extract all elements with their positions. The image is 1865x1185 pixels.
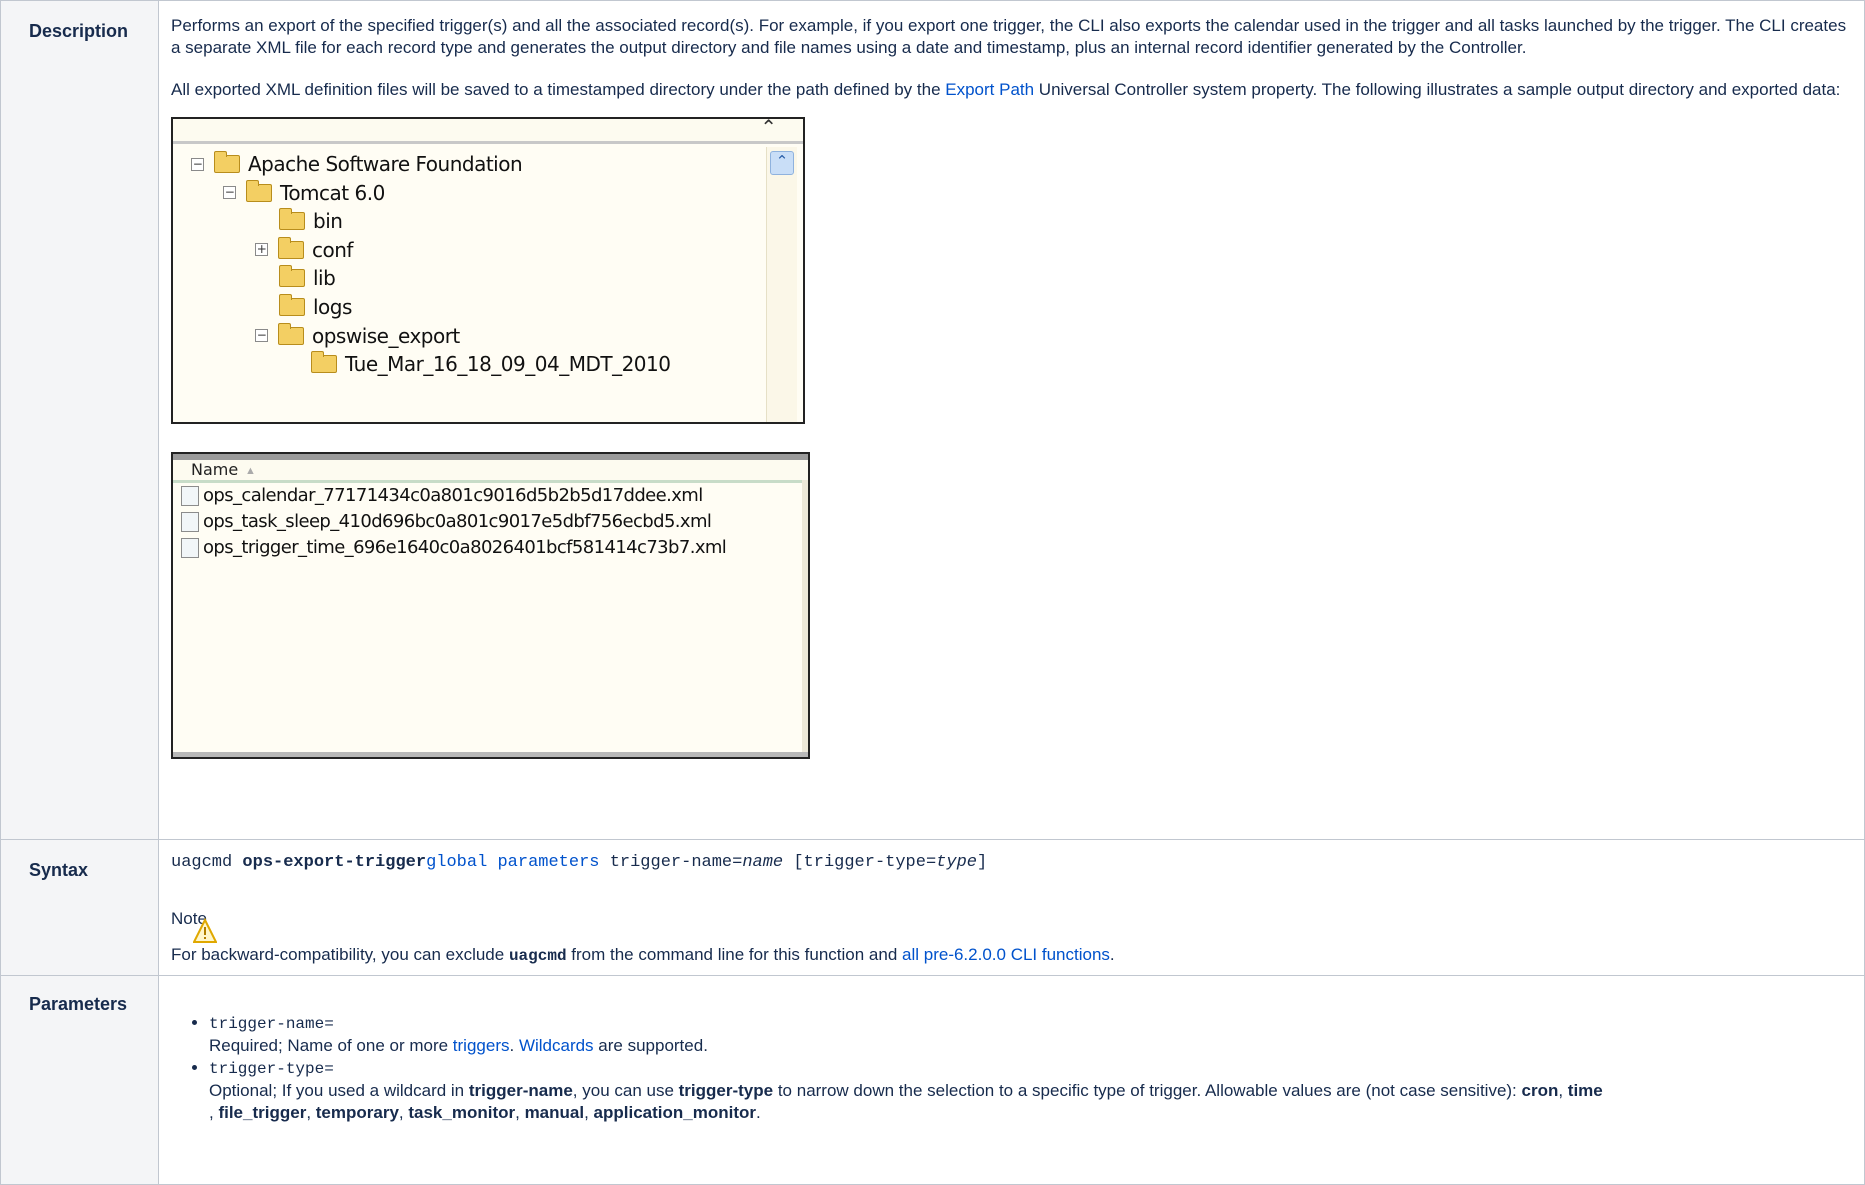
tree-node-label: lib [313, 266, 336, 291]
tree-node[interactable]: − Tomcat 6.0 [223, 178, 385, 208]
folder-icon [279, 294, 305, 316]
tree-node[interactable]: lib [279, 263, 336, 293]
tree-node-label: conf [312, 237, 353, 262]
note-box: Note For backward-compatibility, you can… [171, 908, 1852, 967]
syntax-cell: uagcmd ops-export-triggerglobal paramete… [158, 839, 1865, 976]
collapse-icon[interactable]: − [223, 186, 236, 200]
note-text: For backward-compatibility, you can excl… [171, 945, 1115, 965]
description-row: Description Performs an export of the sp… [0, 0, 1865, 840]
tree-node-label: bin [313, 209, 343, 234]
directory-tree-screenshot: ⌃ ⌃ − Apache Software Foundation − Tomcat 6… [171, 117, 805, 424]
exported-files-screenshot: Name ▲ ops_calendar_77171434c0a801c9016d… [171, 452, 810, 759]
param-trigger-type: trigger-type= Optional; If you used a wi… [209, 1057, 1852, 1124]
tree-node-label: Tue_Mar_16_18_09_04_MDT_2010 [345, 352, 671, 377]
export-path-link[interactable]: Export Path [945, 80, 1034, 99]
scroll-up-icon[interactable]: ⌃ [770, 151, 794, 175]
tree-node[interactable]: − opswise_export [255, 321, 460, 351]
file-name: ops_calendar_77171434c0a801c9016d5b2b5d1… [203, 485, 703, 506]
param-trigger-name: trigger-name= Required; Name of one or m… [209, 1012, 1852, 1057]
tree-node[interactable]: bin [279, 206, 343, 236]
folder-icon [279, 208, 305, 231]
xml-file-icon [181, 512, 199, 532]
tree-node[interactable]: + conf [255, 235, 353, 265]
tree-scrollbar[interactable]: ⌃ [766, 147, 797, 422]
description-cell: Performs an export of the specified trig… [158, 0, 1865, 840]
note-title: Note [171, 909, 207, 928]
collapse-icon[interactable]: − [191, 157, 204, 171]
warning-icon [193, 918, 217, 943]
tree-node-label: logs [313, 295, 352, 319]
parameter-list: trigger-name= Required; Name of one or m… [171, 1012, 1852, 1124]
file-list-item[interactable]: ops_task_sleep_410d696bc0a801c9017e5dbf7… [181, 510, 712, 534]
file-list-footer [173, 752, 808, 757]
description-para-1: Performs an export of the specified trig… [171, 16, 1847, 57]
syntax-header: Syntax [0, 839, 159, 976]
parameters-row: Parameters trigger-name= Required; Name … [0, 975, 1865, 1185]
description-header: Description [0, 0, 159, 840]
tree-node[interactable]: Tue_Mar_16_18_09_04_MDT_2010 [311, 349, 671, 379]
tree-node-label: Tomcat 6.0 [280, 180, 385, 205]
tree-top-bar: ⌃ [173, 119, 803, 144]
expand-icon[interactable]: + [255, 243, 268, 257]
file-list-header: Name ▲ [173, 454, 808, 483]
xml-file-icon [181, 486, 199, 506]
file-name: ops_trigger_time_696e1640c0a8026401bcf58… [203, 537, 727, 558]
file-list-item[interactable]: ops_calendar_77171434c0a801c9016d5b2b5d1… [181, 484, 703, 508]
tree-node[interactable]: − Apache Software Foundation [191, 149, 523, 179]
parameters-cell: trigger-name= Required; Name of one or m… [158, 975, 1865, 1185]
description-para-2: All exported XML definition files will b… [171, 80, 1841, 99]
folder-icon [278, 236, 304, 259]
folder-icon [279, 265, 305, 288]
collapse-icon[interactable]: − [255, 329, 268, 343]
wildcards-link[interactable]: Wildcards [519, 1036, 594, 1055]
sort-ascending-icon: ▲ [245, 465, 256, 477]
function-reference-table: Description Performs an export of the sp… [0, 0, 1865, 1185]
triggers-link[interactable]: triggers [453, 1036, 510, 1055]
syntax-command: uagcmd ops-export-triggerglobal paramete… [171, 853, 988, 872]
folder-icon [311, 351, 337, 374]
global-parameters-link[interactable]: global parameters [426, 853, 599, 872]
folder-icon [278, 322, 304, 345]
collapse-caret-icon: ⌃ [760, 117, 777, 139]
file-name: ops_task_sleep_410d696bc0a801c9017e5dbf7… [203, 511, 712, 532]
tree-node[interactable]: logs [279, 292, 352, 322]
pre-6200-cli-functions-link[interactable]: all pre-6.2.0.0 CLI functions [902, 945, 1110, 964]
folder-icon [246, 179, 272, 202]
parameters-header: Parameters [0, 975, 159, 1185]
file-list-item[interactable]: ops_trigger_time_696e1640c0a8026401bcf58… [181, 536, 727, 560]
name-column-header[interactable]: Name [191, 459, 238, 481]
tree-node-label: opswise_export [312, 323, 460, 348]
folder-icon [214, 151, 240, 173]
tree-node-label: Apache Software Foundation [248, 152, 523, 176]
syntax-row: Syntax uagcmd ops-export-triggerglobal p… [0, 839, 1865, 976]
xml-file-icon [181, 538, 199, 558]
